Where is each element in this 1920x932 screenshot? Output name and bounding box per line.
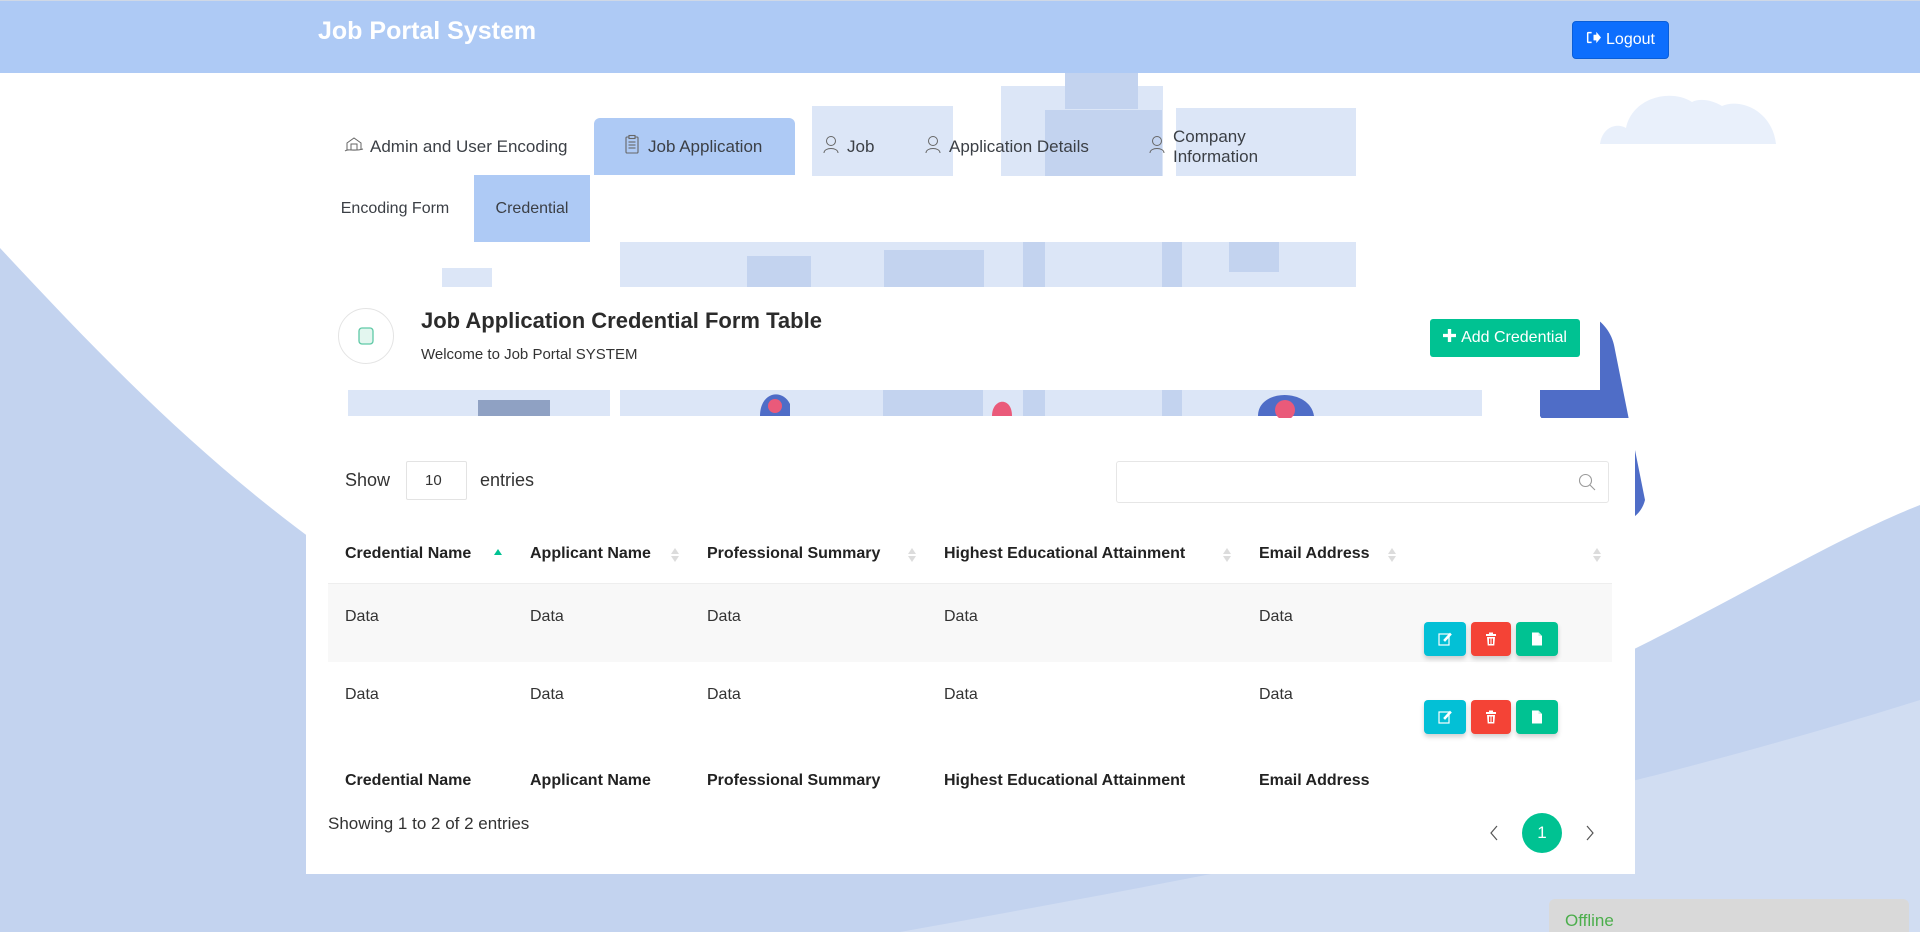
cell-professional-summary: Data (707, 607, 741, 625)
file-icon (1532, 632, 1542, 645)
plus-icon (1443, 329, 1457, 347)
sort-icon (1388, 548, 1396, 562)
app-title: Job Portal System (318, 17, 537, 45)
tab-label: Job (847, 136, 875, 156)
page-subtitle: Welcome to Job Portal SYSTEM (421, 346, 638, 363)
person-icon (821, 134, 841, 159)
trash-icon (1486, 710, 1496, 724)
tab-label: Job Application (648, 136, 763, 156)
add-credential-label: Add Credential (1461, 329, 1567, 346)
search-input[interactable] (1117, 462, 1608, 502)
sort-ascending-icon (494, 549, 502, 555)
view-button[interactable] (1516, 621, 1558, 656)
cell-actions (1407, 583, 1612, 662)
edit-button[interactable] (1424, 700, 1466, 734)
tab-job-application[interactable]: Job Application (594, 118, 795, 175)
subtab-credential[interactable]: Credential (474, 175, 590, 242)
cell-actions (1407, 662, 1612, 741)
table-row: Data Data Data Data Data (328, 662, 1612, 741)
footer-applicant-name: Applicant Name (530, 772, 651, 789)
cell-applicant-name: Data (530, 686, 564, 703)
edit-button[interactable] (1424, 621, 1466, 656)
sort-icon (1593, 548, 1601, 562)
add-credential-button[interactable]: Add Credential (1430, 319, 1580, 357)
table-footer-row: Credential Name Applicant Name Professio… (328, 741, 1612, 821)
tab-job[interactable]: Job (795, 118, 911, 175)
delete-button[interactable] (1471, 700, 1511, 734)
entries-label: entries (480, 470, 535, 490)
main-tabs: Admin and User Encoding Job Application … (330, 118, 1351, 175)
trash-icon (1486, 632, 1496, 645)
pagination: 1 (1486, 813, 1598, 853)
footer-educational-attainment: Highest Educational Attainment (944, 772, 1186, 789)
tab-company-information[interactable]: Company Information (1135, 118, 1351, 175)
person-icon (923, 134, 943, 159)
cell-professional-summary: Data (707, 686, 741, 703)
footer-credential-name: Credential Name (345, 772, 472, 789)
show-label: Show (345, 470, 391, 490)
subtab-encoding-form[interactable]: Encoding Form (330, 175, 474, 242)
sort-icon (1223, 548, 1231, 562)
file-icon (1532, 710, 1542, 724)
cell-applicant-name: Data (530, 607, 564, 625)
tab-label: Application Details (949, 136, 1089, 156)
edit-icon (1438, 632, 1452, 646)
column-header-professional-summary[interactable]: Professional Summary (690, 525, 927, 584)
cell-email-address: Data (1259, 607, 1293, 625)
tab-label: Admin and User Encoding (370, 136, 568, 156)
footer-email-address: Email Address (1259, 772, 1370, 789)
column-header-highest-educational-attainment[interactable]: Highest Educational Attainment (927, 525, 1242, 584)
tab-application-details[interactable]: Application Details (911, 118, 1135, 175)
sort-icon (671, 548, 679, 562)
cell-email-address: Data (1259, 686, 1293, 703)
view-button[interactable] (1516, 700, 1558, 734)
person-icon (1147, 134, 1167, 159)
column-header-actions[interactable] (1407, 525, 1612, 584)
cell-educational-attainment: Data (944, 686, 978, 703)
column-header-email-address[interactable]: Email Address (1242, 525, 1407, 584)
table-header-row: Credential Name Applicant Name Professio… (328, 525, 1612, 584)
sort-icon (908, 548, 916, 562)
previous-page-icon[interactable] (1486, 823, 1502, 843)
table-row: Data Data Data Data Data (328, 583, 1612, 662)
column-label: Credential Name (345, 544, 472, 562)
cell-credential-name: Data (345, 686, 379, 703)
column-label: Email Address (1259, 544, 1370, 562)
building-hand-icon (344, 134, 364, 159)
tab-admin-user-encoding[interactable]: Admin and User Encoding (330, 118, 594, 175)
page-icon (338, 308, 394, 364)
footer-professional-summary: Professional Summary (707, 772, 881, 789)
logout-label: Logout (1606, 31, 1655, 48)
top-header: Job Portal System Logout (0, 0, 1920, 73)
footer-actions (1407, 741, 1612, 821)
column-label: Highest Educational Attainment (944, 544, 1186, 562)
logout-button[interactable]: Logout (1572, 21, 1669, 59)
page-length-select[interactable]: 10 (406, 461, 468, 500)
credential-table: Credential Name Applicant Name Professio… (328, 525, 1612, 821)
page-title: Job Application Credential Form Table (421, 308, 822, 333)
table-info: Showing 1 to 2 of 2 entries (328, 814, 530, 833)
search-box (1116, 461, 1609, 503)
cloud-decoration (1600, 95, 1776, 144)
page-header: Job Application Credential Form Table We… (330, 288, 1600, 390)
column-label: Applicant Name (530, 544, 651, 562)
tab-label: Company Information (1173, 126, 1259, 166)
column-label: Professional Summary (707, 544, 881, 562)
credential-table-card: Show 10 entries Credential Name Applican… (306, 418, 1635, 874)
page-button-1[interactable]: 1 (1522, 813, 1562, 853)
sub-tabs: Encoding Form Credential (330, 175, 590, 242)
cell-credential-name: Data (345, 607, 379, 625)
logout-icon (1586, 30, 1602, 50)
next-page-icon[interactable] (1582, 823, 1598, 843)
delete-button[interactable] (1471, 621, 1511, 656)
cell-educational-attainment: Data (944, 607, 978, 625)
edit-icon (1438, 710, 1452, 724)
page-length-control: Show 10 entries (345, 461, 534, 500)
clipboard-icon (622, 134, 642, 159)
search-icon (1578, 473, 1596, 491)
column-header-applicant-name[interactable]: Applicant Name (513, 525, 690, 584)
column-header-credential-name[interactable]: Credential Name (328, 525, 513, 584)
connection-status: Offline (1549, 899, 1909, 932)
